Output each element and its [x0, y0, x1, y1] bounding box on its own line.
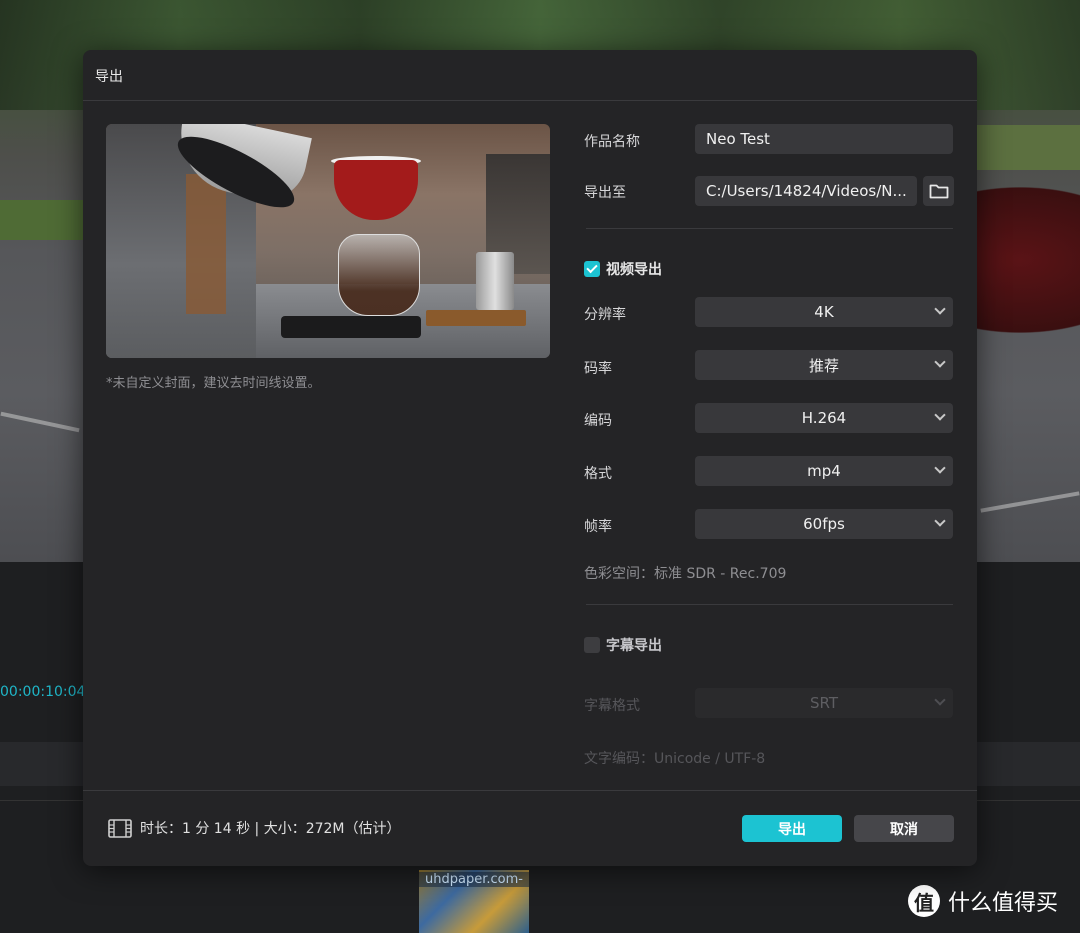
dialog-title: 导出	[95, 69, 123, 85]
chevron-down-icon	[934, 515, 946, 527]
timeline-clip-label: uhdpaper.com-	[419, 872, 529, 887]
cancel-button[interactable]: 取消	[854, 815, 954, 842]
preview-decor	[426, 310, 526, 326]
chevron-down-icon	[934, 409, 946, 421]
framerate-value: 60fps	[803, 515, 845, 533]
browse-folder-button[interactable]	[923, 176, 954, 206]
video-export-toggle[interactable]: 视频导出	[584, 259, 662, 279]
export-to-label: 导出至	[584, 185, 626, 201]
subtitle-format-value: SRT	[809, 694, 838, 712]
subtitle-format-select[interactable]: SRT	[695, 688, 953, 718]
preview-decor	[338, 234, 420, 316]
chevron-down-icon	[934, 462, 946, 474]
export-path-input[interactable]: C:/Users/14824/Videos/N...	[695, 176, 917, 206]
codec-label: 编码	[584, 413, 612, 429]
preview-decor	[186, 174, 226, 314]
export-button[interactable]: 导出	[742, 815, 842, 842]
export-dialog: 导出 *未自定义封面，建议去时间线设置。 作品名称 Neo Test 导出至 C…	[83, 50, 977, 866]
subtitle-export-checkbox[interactable]	[584, 637, 600, 653]
format-label: 格式	[584, 466, 612, 482]
divider	[586, 604, 953, 605]
watermark-logo: 值	[908, 885, 940, 917]
format-value: mp4	[807, 462, 841, 480]
work-name-input[interactable]: Neo Test	[695, 124, 953, 154]
background-hedge	[0, 200, 90, 240]
codec-select[interactable]: H.264	[695, 403, 953, 433]
resolution-select[interactable]: 4K	[695, 297, 953, 327]
timecode-readout: 00:00:10:04	[0, 684, 86, 700]
bitrate-value: 推荐	[808, 356, 839, 375]
preview-decor	[281, 316, 421, 338]
format-select[interactable]: mp4	[695, 456, 953, 486]
divider	[83, 100, 977, 101]
text-encoding-info: 文字编码：Unicode / UTF-8	[584, 751, 766, 767]
bitrate-select[interactable]: 推荐	[695, 350, 953, 380]
cover-preview-image	[106, 124, 550, 358]
cover-note: *未自定义封面，建议去时间线设置。	[106, 376, 321, 391]
subtitle-export-label: 字幕导出	[606, 638, 662, 654]
resolution-value: 4K	[814, 303, 834, 321]
video-export-label: 视频导出	[606, 262, 662, 278]
framerate-label: 帧率	[584, 519, 612, 535]
watermark: 值 什么值得买	[908, 885, 1058, 917]
video-export-checkbox[interactable]	[584, 261, 600, 277]
folder-icon	[929, 184, 948, 199]
divider	[83, 790, 977, 791]
preview-decor	[334, 160, 418, 220]
duration-size-text: 时长：1 分 14 秒 | 大小：272M（估计）	[140, 821, 401, 837]
codec-value: H.264	[801, 409, 847, 427]
bitrate-label: 码率	[584, 361, 612, 377]
subtitle-format-label: 字幕格式	[584, 698, 640, 714]
divider	[586, 228, 953, 229]
film-icon	[108, 818, 132, 838]
preview-decor	[476, 252, 514, 310]
background-hedge	[975, 125, 1080, 170]
work-name-label: 作品名称	[584, 134, 640, 150]
resolution-label: 分辨率	[584, 307, 626, 323]
framerate-select[interactable]: 60fps	[695, 509, 953, 539]
chevron-down-icon	[934, 303, 946, 315]
chevron-down-icon	[934, 694, 946, 706]
watermark-text: 什么值得买	[948, 891, 1059, 916]
export-summary: 时长：1 分 14 秒 | 大小：272M（估计）	[108, 818, 401, 838]
color-space-info: 色彩空间：标准 SDR - Rec.709	[584, 566, 787, 582]
subtitle-export-toggle[interactable]: 字幕导出	[584, 635, 662, 655]
chevron-down-icon	[934, 356, 946, 368]
